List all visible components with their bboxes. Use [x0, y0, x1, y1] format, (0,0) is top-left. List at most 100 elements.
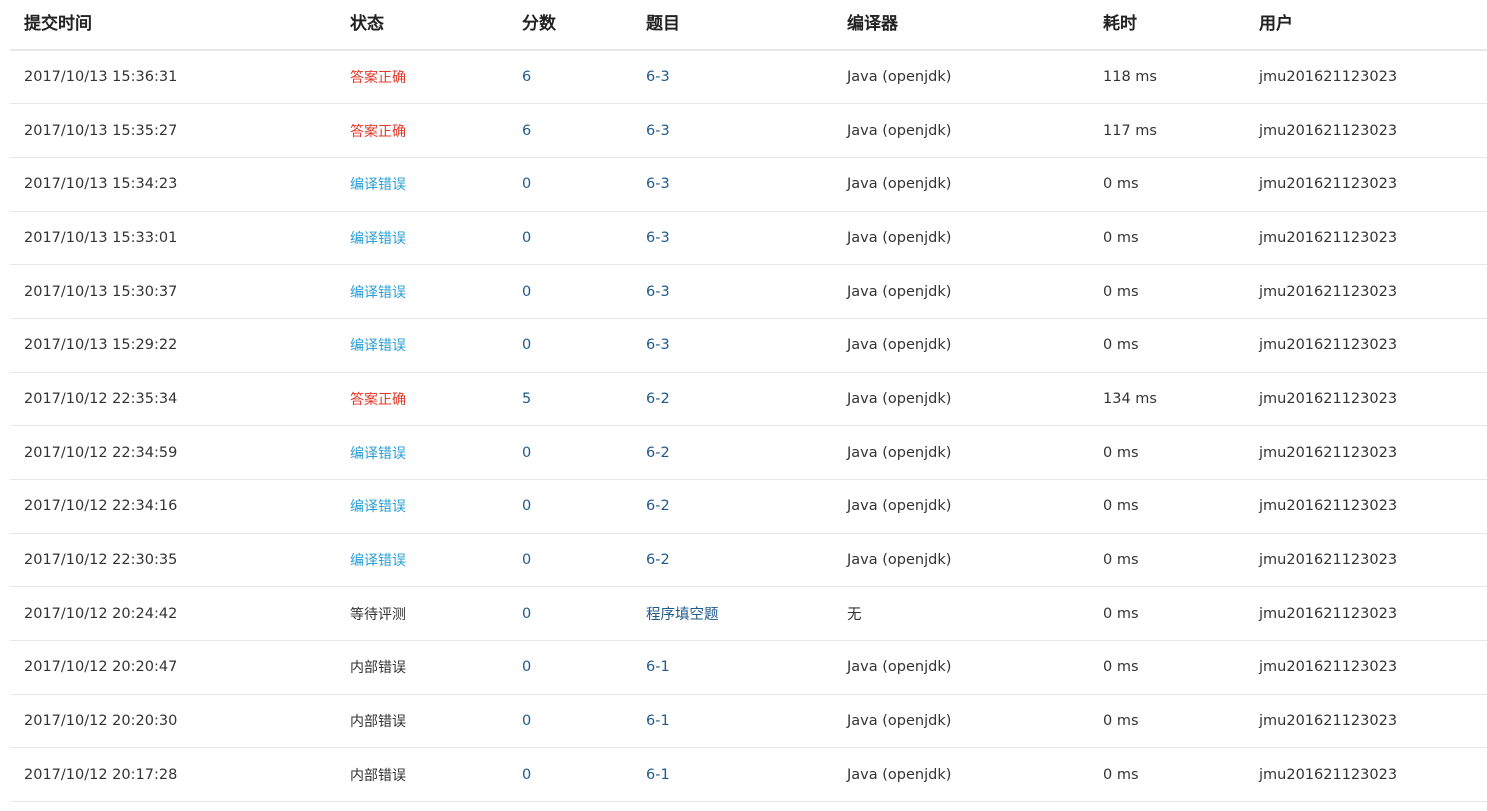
problem-link[interactable]: 6-2: [632, 480, 833, 534]
score-cell[interactable]: 6: [508, 104, 632, 158]
table-row: 2017/10/12 22:30:35 编译错误 0 6-2 Java (ope…: [10, 533, 1487, 587]
status-cell[interactable]: 编译错误: [336, 265, 508, 319]
compiler-cell: Java (openjdk): [847, 713, 952, 730]
header-problem: 题目: [646, 14, 680, 34]
problem-link[interactable]: 6-3: [632, 265, 833, 319]
submit-time-cell: 2017/10/13 15:33:01: [24, 229, 178, 246]
score-cell[interactable]: 0: [508, 641, 632, 695]
status-cell[interactable]: 答案正确: [336, 50, 508, 104]
table-row: 2017/10/13 15:35:27 答案正确 6 6-3 Java (ope…: [10, 104, 1487, 158]
header-user: 用户: [1259, 14, 1293, 34]
score-cell[interactable]: 0: [508, 318, 632, 372]
problem-link[interactable]: 6-2: [632, 372, 833, 426]
score-cell[interactable]: 6: [508, 50, 632, 104]
problem-link[interactable]: 6-1: [632, 641, 833, 695]
status-cell[interactable]: 编译错误: [336, 533, 508, 587]
user-cell: jmu201621123023: [1259, 552, 1398, 569]
score-cell[interactable]: 0: [508, 265, 632, 319]
score-cell[interactable]: 0: [508, 211, 632, 265]
status-cell[interactable]: 内部错误: [336, 694, 508, 748]
status-cell[interactable]: 编译错误: [336, 211, 508, 265]
status-cell[interactable]: 答案正确: [336, 372, 508, 426]
time-cost-cell: 118 ms: [1103, 69, 1157, 86]
problem-link[interactable]: 6-3: [632, 318, 833, 372]
table-header: 提交时间 状态 分数 题目 编译器 耗时 用户: [10, 0, 1487, 50]
time-cost-cell: 0 ms: [1103, 766, 1139, 783]
table-row: 2017/10/13 15:34:23 编译错误 0 6-3 Java (ope…: [10, 157, 1487, 212]
submit-time-cell: 2017/10/13 15:34:23: [24, 176, 178, 193]
status-cell[interactable]: 编译错误: [336, 157, 508, 211]
time-cost-cell: 0 ms: [1103, 229, 1139, 246]
time-cost-cell: 0 ms: [1103, 283, 1139, 300]
score-cell[interactable]: 0: [508, 587, 632, 641]
submit-time-cell: 2017/10/12 22:34:59: [24, 444, 178, 461]
submissions-table: 提交时间 状态 分数 题目 编译器 耗时 用户 2017/10/13 15:36…: [10, 0, 1487, 802]
user-cell: jmu201621123023: [1259, 176, 1398, 193]
submit-time-cell: 2017/10/13 15:35:27: [24, 122, 178, 139]
table-row: 2017/10/12 20:20:30 内部错误 0 6-1 Java (ope…: [10, 694, 1487, 748]
time-cost-cell: 0 ms: [1103, 176, 1139, 193]
header-time-cost: 耗时: [1103, 14, 1137, 34]
user-cell: jmu201621123023: [1259, 605, 1398, 622]
submit-time-cell: 2017/10/12 20:24:42: [24, 605, 178, 622]
user-cell: jmu201621123023: [1259, 659, 1398, 676]
table-row: 2017/10/12 22:34:59 编译错误 0 6-2 Java (ope…: [10, 426, 1487, 480]
user-cell: jmu201621123023: [1259, 444, 1398, 461]
table-row: 2017/10/12 22:35:34 答案正确 5 6-2 Java (ope…: [10, 372, 1487, 426]
table-body: 2017/10/13 15:36:31 答案正确 6 6-3 Java (ope…: [10, 50, 1487, 802]
score-cell[interactable]: 0: [508, 748, 632, 802]
status-cell[interactable]: 内部错误: [336, 641, 508, 695]
submissions-table-container: 提交时间 状态 分数 题目 编译器 耗时 用户 2017/10/13 15:36…: [10, 0, 1487, 802]
problem-link[interactable]: 程序填空题: [632, 587, 833, 641]
table-row: 2017/10/13 15:29:22 编译错误 0 6-3 Java (ope…: [10, 318, 1487, 373]
table-row: 2017/10/12 20:24:42 等待评测 0 程序填空题 无 0 ms …: [10, 587, 1487, 641]
user-cell: jmu201621123023: [1259, 498, 1398, 515]
problem-link[interactable]: 6-2: [632, 533, 833, 587]
compiler-cell: Java (openjdk): [847, 552, 952, 569]
user-cell: jmu201621123023: [1259, 283, 1398, 300]
problem-link[interactable]: 6-1: [632, 694, 833, 748]
status-cell[interactable]: 编译错误: [336, 426, 508, 480]
problem-link[interactable]: 6-2: [632, 426, 833, 480]
compiler-cell: Java (openjdk): [847, 176, 952, 193]
compiler-cell: Java (openjdk): [847, 444, 952, 461]
status-cell[interactable]: 编译错误: [336, 318, 508, 372]
score-cell[interactable]: 0: [508, 480, 632, 534]
score-cell[interactable]: 0: [508, 694, 632, 748]
submit-time-cell: 2017/10/12 20:20:47: [24, 659, 178, 676]
submit-time-cell: 2017/10/12 20:20:30: [24, 713, 178, 730]
user-cell: jmu201621123023: [1259, 713, 1398, 730]
time-cost-cell: 0 ms: [1103, 659, 1139, 676]
user-cell: jmu201621123023: [1259, 122, 1398, 139]
user-cell: jmu201621123023: [1259, 390, 1398, 407]
submit-time-cell: 2017/10/12 22:34:16: [24, 498, 178, 515]
score-cell[interactable]: 5: [508, 372, 632, 426]
table-row: 2017/10/12 20:20:47 内部错误 0 6-1 Java (ope…: [10, 641, 1487, 695]
status-cell[interactable]: 编译错误: [336, 480, 508, 534]
submit-time-cell: 2017/10/12 20:17:28: [24, 766, 178, 783]
table-row: 2017/10/13 15:30:37 编译错误 0 6-3 Java (ope…: [10, 265, 1487, 319]
problem-link[interactable]: 6-1: [632, 748, 833, 802]
table-row: 2017/10/12 22:34:16 编译错误 0 6-2 Java (ope…: [10, 480, 1487, 534]
compiler-cell: Java (openjdk): [847, 122, 952, 139]
table-row: 2017/10/13 15:36:31 答案正确 6 6-3 Java (ope…: [10, 50, 1487, 104]
status-cell[interactable]: 等待评测: [336, 587, 508, 641]
header-row: 提交时间 状态 分数 题目 编译器 耗时 用户: [10, 0, 1487, 50]
status-cell[interactable]: 答案正确: [336, 104, 508, 158]
score-cell[interactable]: 0: [508, 157, 632, 211]
compiler-cell: Java (openjdk): [847, 766, 952, 783]
status-cell[interactable]: 内部错误: [336, 748, 508, 802]
user-cell: jmu201621123023: [1259, 69, 1398, 86]
time-cost-cell: 0 ms: [1103, 552, 1139, 569]
score-cell[interactable]: 0: [508, 533, 632, 587]
header-compiler: 编译器: [847, 14, 898, 34]
compiler-cell: Java (openjdk): [847, 337, 952, 354]
problem-link[interactable]: 6-3: [632, 104, 833, 158]
problem-link[interactable]: 6-3: [632, 50, 833, 104]
time-cost-cell: 0 ms: [1103, 337, 1139, 354]
problem-link[interactable]: 6-3: [632, 157, 833, 211]
score-cell[interactable]: 0: [508, 426, 632, 480]
problem-link[interactable]: 6-3: [632, 211, 833, 265]
submit-time-cell: 2017/10/12 22:30:35: [24, 552, 178, 569]
time-cost-cell: 0 ms: [1103, 605, 1139, 622]
